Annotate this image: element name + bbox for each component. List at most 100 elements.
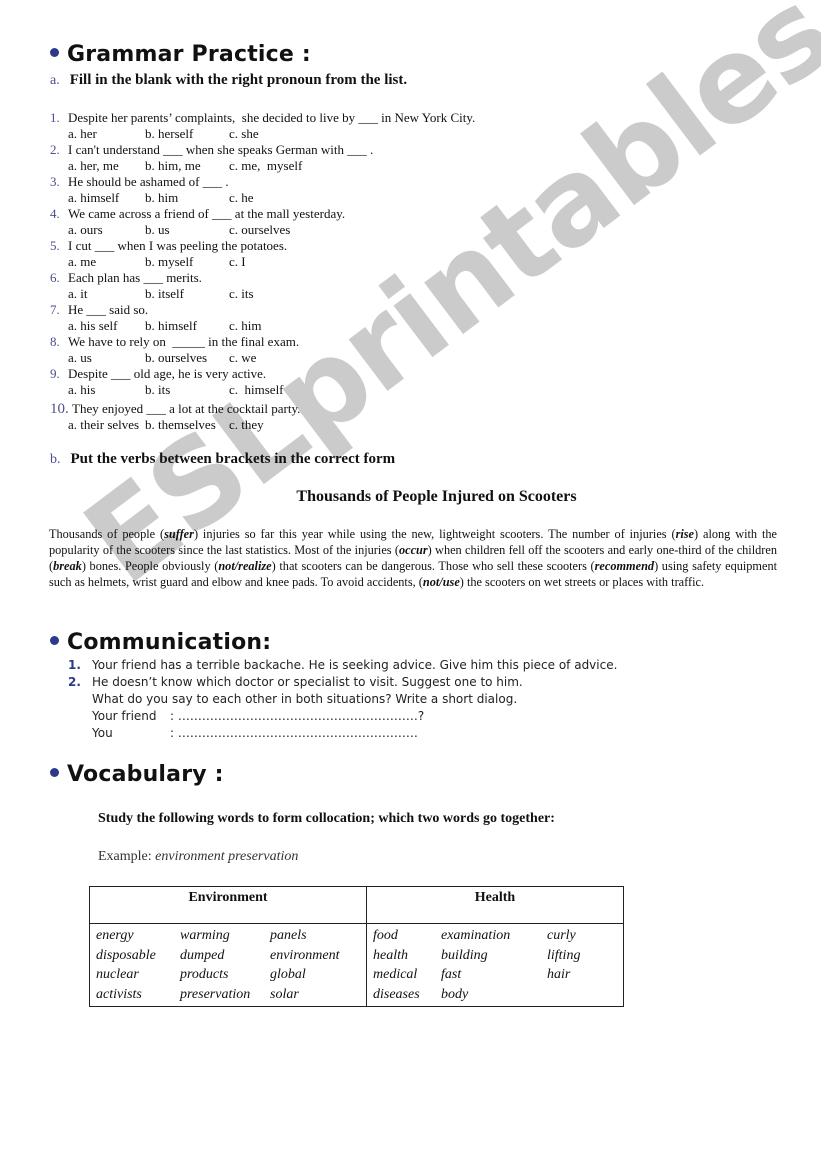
answer-option[interactable]: a. his self <box>68 318 117 334</box>
answer-option[interactable]: b. themselves <box>145 417 216 433</box>
word-row: diseases body <box>373 985 617 1005</box>
question-item: 6. Each plan has ___ merits. a. it b. itsel… <box>50 270 570 302</box>
answer-options: a. ours b. us c. ourselves <box>68 222 570 238</box>
answer-option[interactable]: b. himself <box>145 318 197 334</box>
question-number: 7. <box>50 302 60 317</box>
answer-option[interactable]: b. myself <box>145 254 193 270</box>
answer-option[interactable]: c. we <box>229 350 256 366</box>
question-item: 3. He should be ashamed of ___ . a. himsel… <box>50 174 570 206</box>
vocab-word: dumped <box>180 947 225 963</box>
story-text: ) bones. People obviously ( <box>81 559 219 573</box>
answer-option[interactable]: a. their selves <box>68 417 139 433</box>
dialog-speaker: Your friend <box>92 709 157 723</box>
question-list: 1. Despite her parents’ complaints, she d… <box>50 110 570 433</box>
vocab-word: warming <box>180 928 230 943</box>
part-a-label: a. <box>50 73 60 88</box>
communication-heading-text: Communication: <box>67 630 272 655</box>
answer-option[interactable]: b. him <box>145 190 178 206</box>
word-row: medical fast hair <box>373 965 617 985</box>
story-text: ) injuries so far this year while using … <box>193 527 676 541</box>
question-text: Despite her parents’ complaints, she dec… <box>68 110 476 125</box>
answer-option[interactable]: c. ourselves <box>229 222 290 238</box>
verb-bracket: rise <box>676 527 694 541</box>
answer-option[interactable]: c. I <box>229 254 246 270</box>
item-text: Your friend has a terrible backache. He … <box>92 658 618 672</box>
part-b-text: Put the verbs between brackets in the co… <box>70 451 396 467</box>
answer-option[interactable]: a. her, me <box>68 158 119 174</box>
question-number: 8. <box>50 334 60 349</box>
vocab-word: diseases <box>373 986 420 1002</box>
vocab-word: disposable <box>96 947 156 963</box>
question-number: 1. <box>50 110 60 125</box>
question-item: 4. We came across a friend of ___ at the … <box>50 206 570 238</box>
answer-option[interactable]: b. herself <box>145 126 193 142</box>
dialog-blank[interactable]: : …………………………………………………… <box>170 726 418 740</box>
question-item: 7. He ___ said so. a. his self b. himself c.… <box>50 302 570 334</box>
question-text: He ___ said so. <box>68 302 149 317</box>
answer-option[interactable]: c. me, myself <box>229 158 302 174</box>
table-header-health: Health <box>366 886 624 924</box>
question-item: 10. They enjoyed ___ a lot at the cocktai… <box>50 401 570 433</box>
vocabulary-heading: Vocabulary : <box>50 762 224 787</box>
answer-option[interactable]: a. ours <box>68 222 103 238</box>
answer-option[interactable]: c. she <box>229 126 259 142</box>
vocab-word: building <box>441 947 488 963</box>
vocab-word: products <box>180 967 229 982</box>
part-a-instruction: a. Fill in the blank with the right pron… <box>50 71 407 89</box>
question-line: 6. Each plan has ___ merits. <box>50 270 570 286</box>
vocab-word: health <box>373 947 408 963</box>
answer-option[interactable]: a. her <box>68 126 97 142</box>
answer-options: a. it b. itself c. its <box>68 286 570 302</box>
question-text: We came across a friend of ___ at the ma… <box>68 206 346 221</box>
verb-bracket: not/use <box>423 575 460 589</box>
verb-bracket: break <box>53 559 82 573</box>
vocab-word: energy <box>96 928 134 943</box>
dialog-speaker: You <box>92 726 113 740</box>
word-row: nuclear products global <box>96 965 360 985</box>
answer-option[interactable]: b. us <box>145 222 170 238</box>
question-item: 8. We have to rely on _____ in the final … <box>50 334 570 366</box>
answer-option[interactable]: a. me <box>68 254 96 270</box>
answer-option[interactable]: c. its <box>229 286 254 302</box>
vocab-word: nuclear <box>96 967 139 982</box>
question-line: 7. He ___ said so. <box>50 302 570 318</box>
dialog-blank[interactable]: : ……………………………………………………? <box>170 709 424 723</box>
word-row: energy warming panels <box>96 926 360 946</box>
collocation-table: Environment Health energy warming panels di… <box>89 886 624 1007</box>
question-text: I cut ___ when I was peeling the potatoe… <box>68 238 288 253</box>
answer-option[interactable]: b. ourselves <box>145 350 207 366</box>
answer-options: a. her, me b. him, me c. me, myself <box>68 158 570 174</box>
question-text: I can't understand ___ when she speaks G… <box>68 142 374 157</box>
vocab-word: food <box>373 928 398 943</box>
answer-option[interactable]: a. himself <box>68 190 119 206</box>
story-text: ) the scooters on wet streets or places … <box>459 575 705 589</box>
answer-option[interactable]: b. its <box>145 382 170 398</box>
question-line: 2. I can't understand ___ when she speaks… <box>50 142 570 158</box>
dialog-line-friend: Your friend : ……………………………………………………? <box>68 708 768 725</box>
part-b-label: b. <box>50 452 61 467</box>
answer-option[interactable]: b. him, me <box>145 158 201 174</box>
vocabulary-example: Example: environment preservation <box>98 849 298 865</box>
answer-option[interactable]: a. us <box>68 350 92 366</box>
verb-bracket: suffer <box>164 527 194 541</box>
answer-options: a. his b. its c. himself <box>68 382 570 398</box>
verb-prompt: suffer <box>164 527 194 541</box>
answer-option[interactable]: b. itself <box>145 286 184 302</box>
answer-option[interactable]: a. it <box>68 286 88 302</box>
answer-option[interactable]: c. they <box>229 417 264 433</box>
question-line: 4. We came across a friend of ___ at the … <box>50 206 570 222</box>
question-number: 6. <box>50 270 60 285</box>
verb-prompt: not/realize <box>218 559 272 573</box>
answer-options: a. us b. ourselves c. we <box>68 350 570 366</box>
question-item: 1. Despite her parents’ complaints, she d… <box>50 110 570 142</box>
answer-option[interactable]: c. he <box>229 190 254 206</box>
answer-option[interactable]: c. himself <box>229 382 284 398</box>
answer-option[interactable]: a. his <box>68 382 95 398</box>
dialog-line-you: You : …………………………………………………… <box>68 725 768 742</box>
question-line: 3. He should be ashamed of ___ . <box>50 174 570 190</box>
vocab-word: lifting <box>547 947 581 963</box>
vocab-word: hair <box>547 967 571 982</box>
example-label: Example: <box>98 849 152 864</box>
answer-option[interactable]: c. him <box>229 318 262 334</box>
answer-options: a. his self b. himself c. him <box>68 318 570 334</box>
